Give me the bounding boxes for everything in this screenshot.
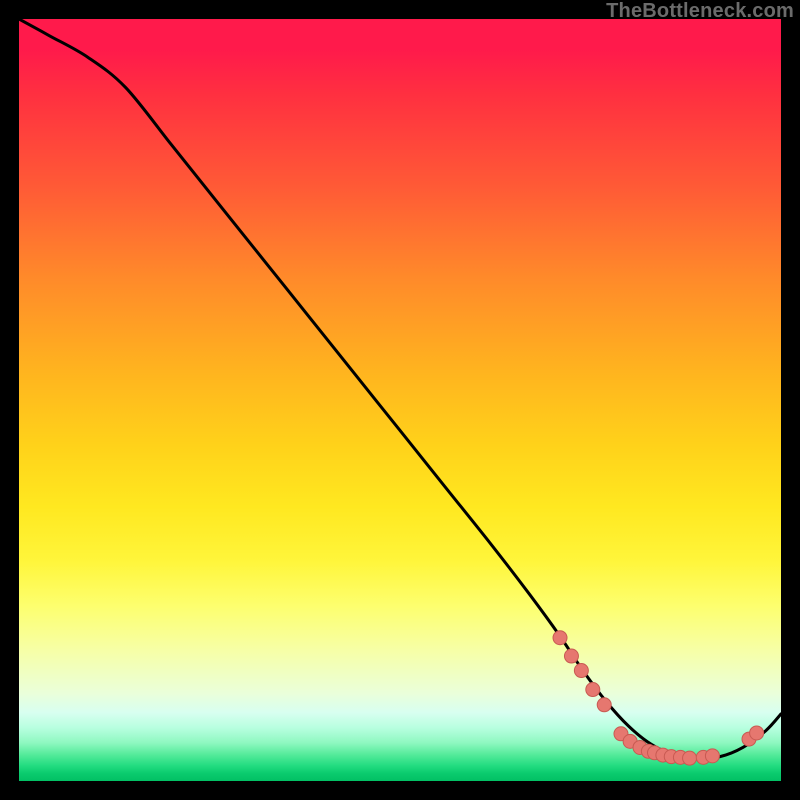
bottleneck-curve — [19, 19, 781, 758]
curve-marker — [553, 631, 567, 645]
watermark-text: TheBottleneck.com — [606, 0, 794, 23]
curve-layer — [19, 19, 781, 781]
curve-markers — [553, 631, 764, 765]
chart-stage: TheBottleneck.com — [0, 0, 800, 800]
curve-marker — [705, 749, 719, 763]
curve-marker — [750, 726, 764, 740]
curve-marker — [586, 683, 600, 697]
plot-area — [19, 19, 781, 781]
curve-marker — [683, 751, 697, 765]
curve-marker — [564, 649, 578, 663]
curve-marker — [597, 698, 611, 712]
curve-marker — [574, 664, 588, 678]
